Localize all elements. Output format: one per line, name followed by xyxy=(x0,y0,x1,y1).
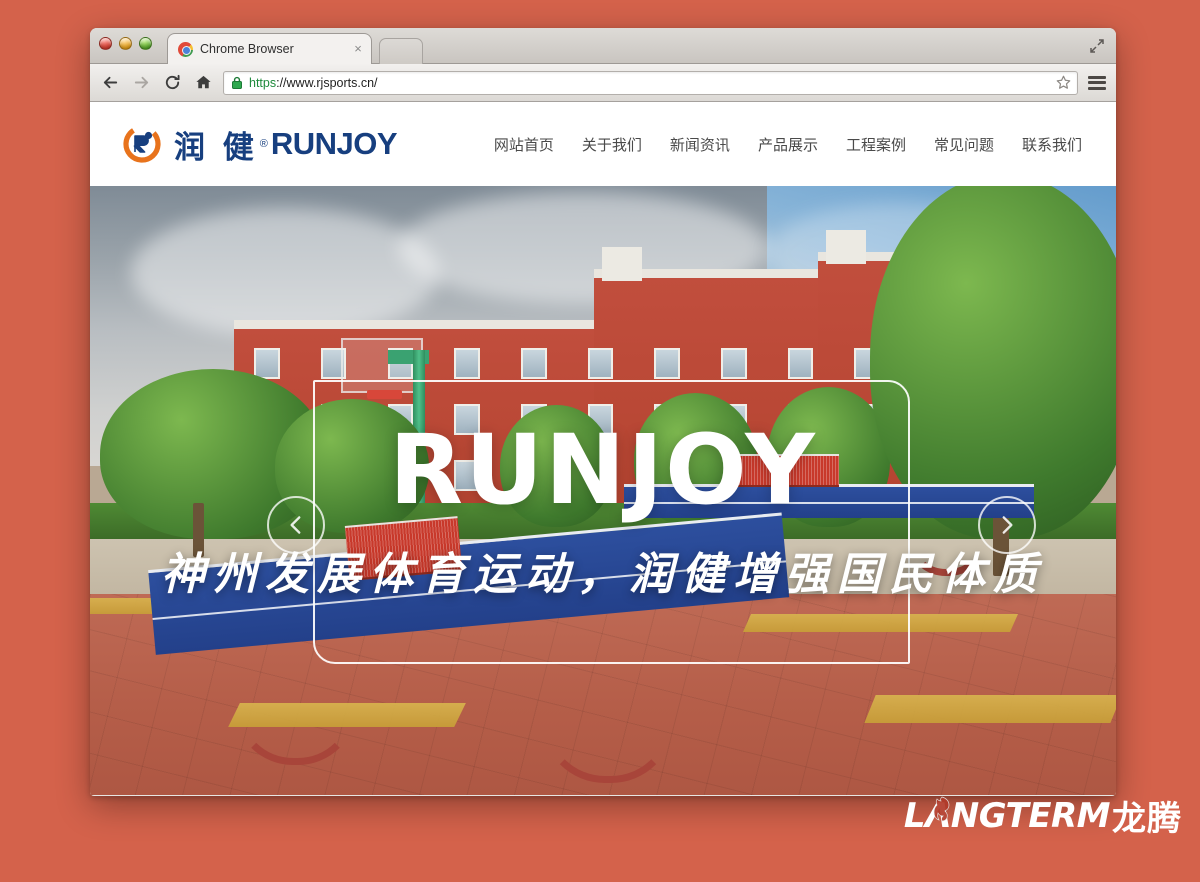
tab-title: Chrome Browser xyxy=(200,42,294,56)
logo-english-name: RUNJOY xyxy=(270,126,398,161)
watermark: LΛNGTERM 龙腾 xyxy=(904,791,1182,840)
nav-item-contact[interactable]: 联系我们 xyxy=(1022,134,1082,155)
hero-banner: RUNJOY 神州发展体育运动，润健增强国民体质 xyxy=(90,186,1116,795)
maximize-icon[interactable] xyxy=(1088,37,1106,55)
home-icon[interactable] xyxy=(192,72,214,94)
site-header: 润 健 ® RUNJOY 网站首页 关于我们 新闻资讯 产品展示 工程案例 常见… xyxy=(90,102,1116,186)
yellow-tile xyxy=(864,694,1116,723)
browser-window: Chrome Browser × https://www.rjsports.cn… xyxy=(90,28,1116,796)
hero-wordmark: RUNJOY xyxy=(389,414,817,526)
nav-item-products[interactable]: 产品展示 xyxy=(758,134,818,155)
new-tab-button[interactable] xyxy=(379,38,423,64)
chevron-right-icon[interactable] xyxy=(978,496,1036,554)
logo-chinese-name: 润 健 xyxy=(174,129,259,165)
close-icon[interactable]: × xyxy=(351,42,365,56)
window-controls xyxy=(99,37,152,50)
watermark-chinese: 龙腾 xyxy=(1112,799,1182,839)
nav-item-about[interactable]: 关于我们 xyxy=(582,134,642,155)
registered-trademark-icon: ® xyxy=(259,138,268,150)
page-viewport: 润 健 ® RUNJOY 网站首页 关于我们 新闻资讯 产品展示 工程案例 常见… xyxy=(90,102,1116,795)
star-icon[interactable] xyxy=(1055,74,1072,91)
site-navigation: 网站首页 关于我们 新闻资讯 产品展示 工程案例 常见问题 联系我们 xyxy=(397,134,1082,155)
window-minimize-button[interactable] xyxy=(119,37,132,50)
yellow-tile xyxy=(742,614,1018,633)
nav-item-news[interactable]: 新闻资讯 xyxy=(670,134,730,155)
reload-icon[interactable] xyxy=(161,72,183,94)
table-leg xyxy=(233,643,357,765)
browser-tabstrip: Chrome Browser × xyxy=(90,28,1116,64)
window-zoom-button[interactable] xyxy=(139,37,152,50)
nav-item-faq[interactable]: 常见问题 xyxy=(934,134,994,155)
forward-arrow-icon[interactable] xyxy=(130,72,152,94)
dragon-icon xyxy=(930,795,954,822)
back-arrow-icon[interactable] xyxy=(99,72,121,94)
runjoy-circle-logo-icon xyxy=(122,124,162,164)
chrome-logo-icon xyxy=(178,41,193,57)
table-leg xyxy=(541,649,675,783)
nav-item-home[interactable]: 网站首页 xyxy=(494,134,554,155)
url-text: https://www.rjsports.cn/ xyxy=(249,76,1055,90)
url-scheme: https xyxy=(249,75,277,90)
padlock-icon xyxy=(231,76,243,89)
basketball-backboard xyxy=(341,338,424,394)
site-logo[interactable]: 润 健 ® RUNJOY xyxy=(122,122,398,167)
url-host-path: ://www.rjsports.cn/ xyxy=(276,75,378,90)
window-close-button[interactable] xyxy=(99,37,112,50)
hero-slogan: 神州发展体育运动，润健增强国民体质 xyxy=(161,549,1045,600)
browser-toolbar: https://www.rjsports.cn/ xyxy=(90,64,1116,102)
nav-item-cases[interactable]: 工程案例 xyxy=(846,134,906,155)
chevron-left-icon[interactable] xyxy=(267,496,325,554)
browser-tab[interactable]: Chrome Browser × xyxy=(167,33,372,64)
address-bar[interactable]: https://www.rjsports.cn/ xyxy=(223,70,1078,95)
basketball-hoop xyxy=(367,390,402,399)
hamburger-menu-icon[interactable] xyxy=(1087,73,1107,93)
